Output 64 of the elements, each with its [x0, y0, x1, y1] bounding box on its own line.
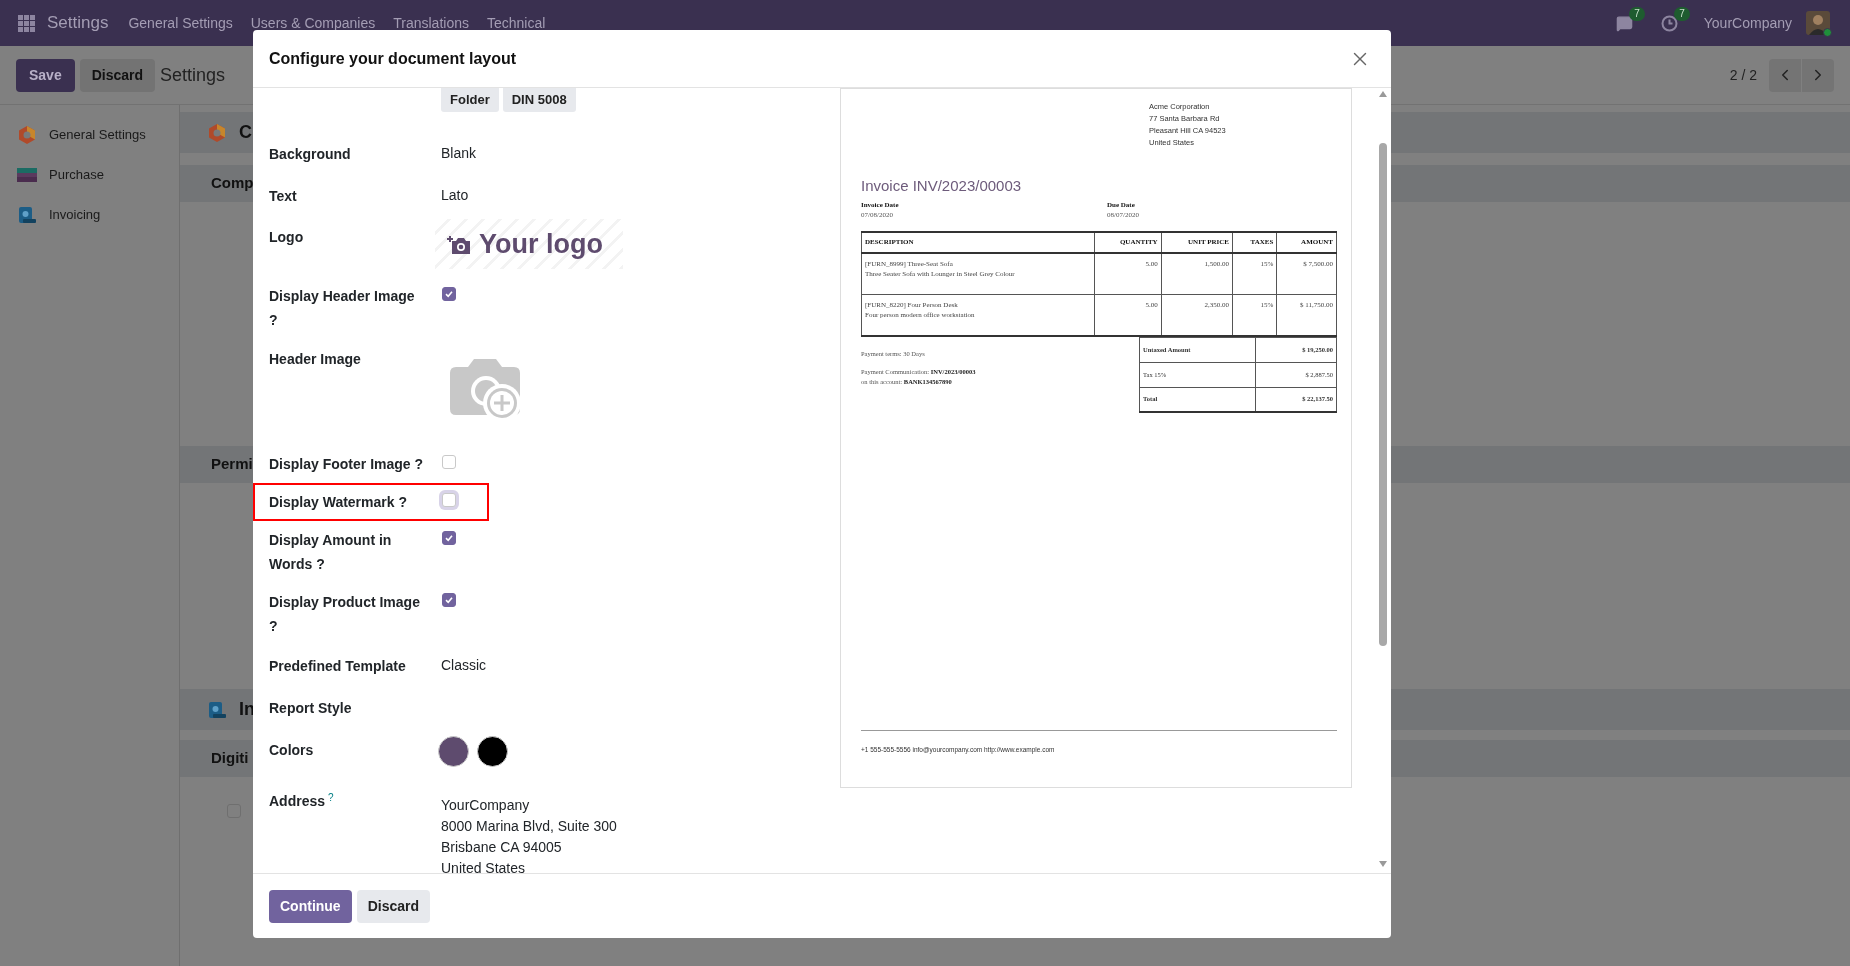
checkbox[interactable] [442, 455, 456, 469]
company-name[interactable]: YourCompany [1703, 12, 1792, 34]
sidebar-item[interactable]: General Settings [0, 115, 179, 155]
menu-item[interactable]: General Settings [128, 12, 233, 34]
hexagon-icon [17, 125, 37, 145]
save-button[interactable]: Save [16, 58, 75, 92]
discard-button[interactable]: Discard [356, 889, 430, 923]
checkbox[interactable] [442, 593, 456, 607]
field-label: Display Watermark ? [269, 494, 407, 510]
layout-option[interactable]: Folder [441, 88, 499, 112]
field-label: Logo [269, 229, 304, 245]
stacked-bars-icon [17, 168, 37, 182]
discard-button[interactable]: Discard [79, 58, 156, 92]
logo-image[interactable]: Your logo [435, 219, 623, 269]
checkbox[interactable] [442, 287, 456, 301]
check-icon [444, 595, 454, 605]
field-label: Display Header Image ? [269, 288, 415, 328]
camera-plus-icon [447, 233, 471, 255]
page-title: Settings [160, 63, 226, 87]
address-line: Brisbane CA 94005 [441, 838, 563, 857]
modal-title: Configure your document layout [269, 48, 517, 69]
layout-option[interactable]: DIN 5008 [502, 88, 576, 112]
clock-icon[interactable] [1660, 14, 1678, 32]
sidebar-item[interactable]: Invoicing [0, 195, 179, 235]
menu-item[interactable]: Technical [487, 12, 546, 34]
checkbox[interactable] [442, 493, 456, 507]
checkbox[interactable] [442, 531, 456, 545]
hexagon-icon [207, 122, 227, 143]
sidebar-item[interactable]: Purchase [0, 155, 179, 195]
invoice-title: Invoice INV/2023/00003 [861, 176, 1023, 196]
address-line: 8000 Marina Blvd, Suite 300 [441, 817, 617, 836]
activity-count-badge: 7 [1674, 6, 1690, 21]
menu-item[interactable]: Translations [393, 12, 469, 34]
field-value[interactable]: Classic [441, 655, 487, 678]
field-label: Predefined Template [269, 658, 406, 674]
color-swatch[interactable] [477, 736, 508, 767]
address-line: YourCompany [441, 796, 531, 815]
message-count-badge: 7 [1629, 6, 1645, 21]
avatar-icon[interactable] [1806, 11, 1830, 35]
logo-text: Your logo [479, 227, 603, 261]
field-label: Colors [269, 742, 314, 758]
check-icon [444, 289, 454, 299]
scroll-up-arrow-icon[interactable] [1379, 91, 1387, 97]
app-name[interactable]: Settings [47, 10, 109, 36]
pager-value: 2 / 2 [1729, 65, 1757, 85]
field-label: Report Style [269, 700, 352, 716]
field-label: Text [269, 188, 297, 204]
color-swatch[interactable] [438, 736, 469, 767]
help-mark[interactable]: ? [328, 791, 334, 805]
continue-button[interactable]: Continue [269, 889, 352, 923]
app-grid-icon[interactable] [18, 14, 35, 32]
address-line: United States [441, 859, 527, 878]
document-icon [17, 205, 37, 225]
check-icon [444, 533, 454, 543]
field-label: Display Footer Image ? [269, 456, 424, 472]
field-label: Header Image [269, 351, 361, 367]
field-label: Display Product Image ? [269, 594, 420, 634]
document-icon [207, 699, 227, 720]
field-label: Address [269, 792, 326, 811]
scrollbar-thumb[interactable] [1379, 143, 1387, 646]
scroll-down-arrow-icon[interactable] [1379, 861, 1387, 867]
menu-item[interactable]: Users & Companies [250, 12, 376, 34]
chat-icon[interactable] [1615, 14, 1633, 32]
field-label: Display Amount in Words ? [269, 532, 392, 572]
